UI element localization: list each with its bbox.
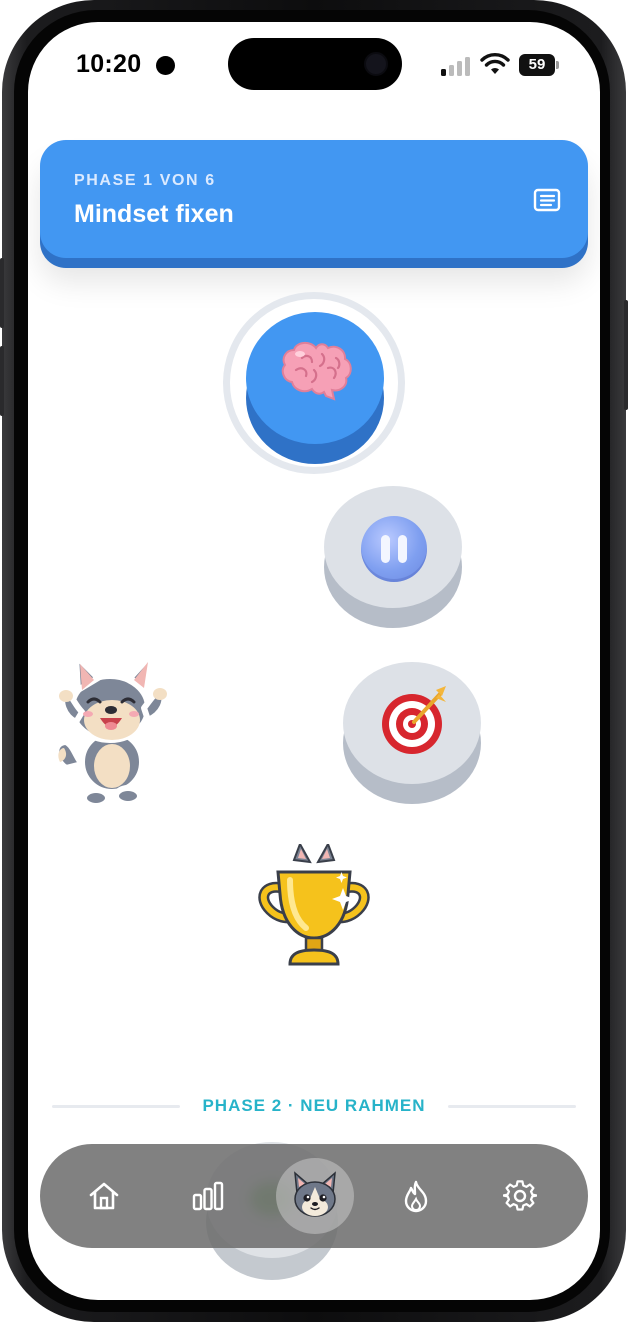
divider-right [448, 1105, 576, 1108]
lesson-node-locked-2[interactable] [343, 662, 481, 784]
tab-stats[interactable] [178, 1166, 238, 1226]
pause-icon [361, 516, 427, 582]
brain-icon [281, 342, 352, 401]
wolf-avatar-icon [294, 1171, 336, 1217]
wifi-icon [480, 53, 510, 74]
lesson-node-current[interactable] [246, 312, 384, 444]
app-screen: 10:20 59 PHASE 1 VON 6 Mindset fixen PHA… [28, 22, 600, 1300]
phase-title: Mindset fixen [74, 200, 234, 228]
tab-streak[interactable] [386, 1166, 446, 1226]
guidebook-button[interactable] [532, 186, 562, 214]
phase-kicker: PHASE 1 VON 6 [74, 172, 216, 189]
power-button [624, 300, 628, 410]
gear-icon [503, 1180, 537, 1211]
tab-learn[interactable] [276, 1158, 354, 1234]
battery-tip [556, 61, 559, 69]
phase-banner[interactable]: PHASE 1 VON 6 Mindset fixen [40, 140, 588, 258]
guidebook-icon [533, 188, 561, 212]
home-icon [89, 1182, 119, 1210]
lesson-node-locked-1[interactable] [324, 486, 462, 608]
tab-home[interactable] [74, 1166, 134, 1226]
next-phase-label: PHASE 2 · NEU RAHMEN [202, 1096, 426, 1115]
bottom-tab-bar [40, 1144, 588, 1248]
camera-icon [364, 52, 388, 76]
volume-down-button [0, 346, 4, 416]
wolf-mascot [53, 651, 168, 809]
trophy-icon [258, 844, 370, 966]
battery-level: 59 [519, 54, 555, 76]
divider-left [52, 1105, 180, 1108]
dynamic-island [228, 38, 402, 90]
target-icon [382, 686, 446, 754]
volume-up-button [0, 258, 4, 328]
tab-settings[interactable] [490, 1166, 550, 1226]
status-time: 10:20 [76, 50, 142, 78]
flame-icon [404, 1180, 428, 1213]
cellular-signal-icon [441, 56, 471, 76]
recording-dot-icon [156, 56, 175, 75]
bar-chart-icon [192, 1181, 224, 1211]
